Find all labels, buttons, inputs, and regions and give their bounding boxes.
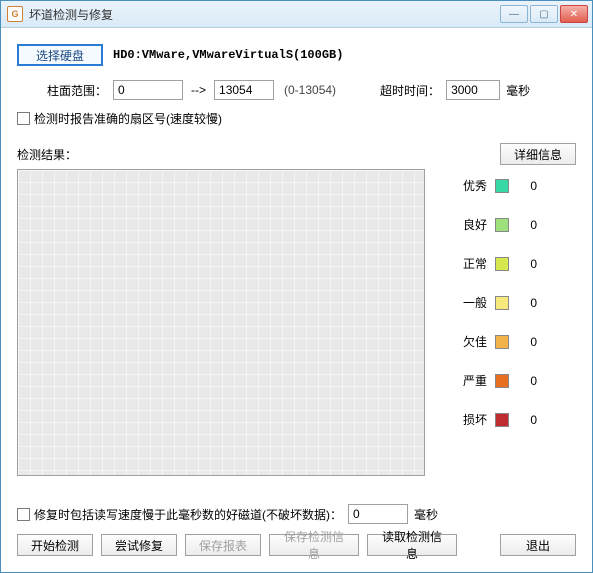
legend-count: 0 — [517, 218, 537, 232]
selected-disk-label: HD0:VMware,VMwareVirtualS(100GB) — [113, 48, 343, 62]
cylinder-hint: (0-13054) — [284, 83, 336, 97]
legend-swatch — [495, 413, 509, 427]
cylinder-arrow: --> — [191, 83, 206, 97]
legend-label: 欠佳 — [457, 333, 487, 350]
legend-item: 优秀 0 — [457, 177, 576, 194]
app-window: G 坏道检测与修复 — ▢ ✕ 选择硬盘 HD0:VMware,VMwareVi… — [0, 0, 593, 573]
legend-count: 0 — [517, 335, 537, 349]
repair-threshold-unit: 毫秒 — [414, 506, 438, 523]
select-disk-button[interactable]: 选择硬盘 — [17, 44, 103, 66]
legend-count: 0 — [517, 413, 537, 427]
cylinder-end-input[interactable] — [214, 80, 274, 100]
legend-label: 严重 — [457, 372, 487, 389]
results-label: 检测结果： — [17, 146, 77, 163]
read-scan-info-button[interactable]: 读取检测信息 — [367, 534, 457, 556]
legend-label: 损坏 — [457, 411, 487, 428]
repair-threshold-input[interactable] — [348, 504, 408, 524]
repair-slow-label: 修复时包括读写速度慢于此毫秒数的好磁道(不破坏数据)： — [34, 506, 342, 523]
legend-item: 正常 0 — [457, 255, 576, 272]
app-icon: G — [7, 6, 23, 22]
cylinder-start-input[interactable] — [113, 80, 183, 100]
legend-swatch — [495, 179, 509, 193]
legend-swatch — [495, 257, 509, 271]
legend-count: 0 — [517, 179, 537, 193]
checkbox-icon — [17, 508, 30, 521]
exit-button[interactable]: 退出 — [500, 534, 576, 556]
window-title: 坏道检测与修复 — [29, 6, 500, 23]
legend-count: 0 — [517, 296, 537, 310]
cylinder-range-label: 柱面范围： — [47, 82, 107, 99]
try-repair-button[interactable]: 尝试修复 — [101, 534, 177, 556]
accurate-sector-label: 检测时报告准确的扇区号(速度较慢) — [34, 110, 222, 127]
detail-info-button[interactable]: 详细信息 — [500, 143, 576, 165]
start-scan-button[interactable]: 开始检测 — [17, 534, 93, 556]
legend: 优秀 0 良好 0 正常 0 一般 0 欠佳 0 严重 0 损坏 0 — [425, 169, 576, 476]
client-area: 选择硬盘 HD0:VMware,VMwareVirtualS(100GB) 柱面… — [1, 28, 592, 572]
save-report-button[interactable]: 保存报表 — [185, 534, 261, 556]
legend-swatch — [495, 296, 509, 310]
timeout-label: 超时时间： — [380, 82, 440, 99]
legend-swatch — [495, 335, 509, 349]
scan-grid — [17, 169, 425, 476]
cylinder-row: 柱面范围： --> (0-13054) 超时时间： 毫秒 — [17, 80, 576, 100]
disk-select-row: 选择硬盘 HD0:VMware,VMwareVirtualS(100GB) — [17, 44, 576, 66]
legend-item: 欠佳 0 — [457, 333, 576, 350]
legend-label: 良好 — [457, 216, 487, 233]
window-controls: — ▢ ✕ — [500, 5, 588, 23]
maximize-button[interactable]: ▢ — [530, 5, 558, 23]
legend-label: 正常 — [457, 255, 487, 272]
legend-label: 一般 — [457, 294, 487, 311]
legend-item: 一般 0 — [457, 294, 576, 311]
accurate-chk-row: 检测时报告准确的扇区号(速度较慢) — [17, 110, 576, 127]
close-button[interactable]: ✕ — [560, 5, 588, 23]
main-area: 优秀 0 良好 0 正常 0 一般 0 欠佳 0 严重 0 损坏 0 — [17, 169, 576, 476]
legend-swatch — [495, 374, 509, 388]
save-scan-info-button[interactable]: 保存检测信息 — [269, 534, 359, 556]
legend-item: 良好 0 — [457, 216, 576, 233]
results-header: 检测结果： 详细信息 — [17, 143, 576, 165]
timeout-input[interactable] — [446, 80, 500, 100]
repair-chk-row: 修复时包括读写速度慢于此毫秒数的好磁道(不破坏数据)： 毫秒 — [17, 504, 576, 524]
bottom-button-bar: 开始检测 尝试修复 保存报表 保存检测信息 读取检测信息 退出 — [17, 534, 576, 556]
legend-count: 0 — [517, 257, 537, 271]
legend-item: 损坏 0 — [457, 411, 576, 428]
legend-item: 严重 0 — [457, 372, 576, 389]
repair-slow-checkbox[interactable]: 修复时包括读写速度慢于此毫秒数的好磁道(不破坏数据)： — [17, 506, 342, 523]
legend-swatch — [495, 218, 509, 232]
titlebar: G 坏道检测与修复 — ▢ ✕ — [1, 1, 592, 28]
timeout-unit: 毫秒 — [506, 82, 530, 99]
legend-count: 0 — [517, 374, 537, 388]
minimize-button[interactable]: — — [500, 5, 528, 23]
checkbox-icon — [17, 112, 30, 125]
accurate-sector-checkbox[interactable]: 检测时报告准确的扇区号(速度较慢) — [17, 110, 222, 127]
legend-label: 优秀 — [457, 177, 487, 194]
